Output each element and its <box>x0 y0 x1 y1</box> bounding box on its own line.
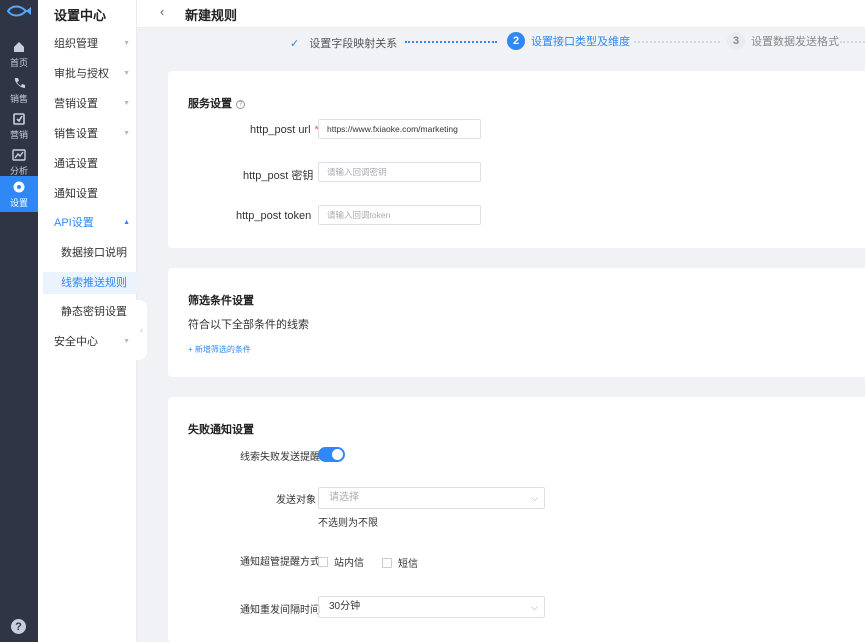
analytics-icon <box>12 148 26 161</box>
send-target-hint: 不选则为不限 <box>318 518 378 529</box>
filter-settings-card: 筛选条件设置 符合以下全部条件的线索 + 新增筛选的条件 <box>168 268 865 377</box>
filter-description: 符合以下全部条件的线索 <box>188 319 309 331</box>
checkbox-label: 站内信 <box>334 558 364 569</box>
logo-icon <box>6 5 31 17</box>
sidebar-item-label: 组织管理 <box>54 38 98 50</box>
toggle-knob <box>332 449 343 460</box>
rail-label: 营销 <box>9 129 28 140</box>
resend-interval-label: 通知重发间隔时间 <box>240 605 320 616</box>
rail-home[interactable]: 首页 <box>0 36 38 72</box>
step-2: 2 设置接口类型及维度 <box>507 32 630 50</box>
back-icon[interactable]: ‹ <box>160 4 164 19</box>
step-1: ✓ 设置字段映射关系 <box>290 35 397 51</box>
rail-label: 设置 <box>9 197 28 208</box>
step-3: 3 设置数据发送格式 <box>727 32 839 50</box>
checkbox-label: 短信 <box>398 559 418 570</box>
chevron-down-icon: ▼ <box>123 40 130 47</box>
section-title-text: 服务设置 <box>188 98 232 110</box>
page-header: ‹ 新建规则 <box>137 0 865 28</box>
chevron-down-icon: ▼ <box>123 100 130 107</box>
sidebar-sub-static-key[interactable]: 静态密钥设置 <box>43 301 137 323</box>
step-connector <box>840 41 865 43</box>
sidebar-item-org[interactable]: 组织管理 ▼ <box>54 34 130 54</box>
sidebar-item-approval[interactable]: 审批与授权 ▼ <box>54 64 130 84</box>
checkbox-box <box>382 557 392 568</box>
checkbox-box <box>318 556 328 567</box>
sidebar-item-label: 销售设置 <box>54 128 98 140</box>
method-sms-checkbox[interactable]: 短信 <box>382 555 418 570</box>
sidebar-item-security[interactable]: 安全中心 ▼ <box>54 332 130 352</box>
chevron-down-icon: ▼ <box>123 338 130 345</box>
step-label: 设置数据发送格式 <box>751 36 839 48</box>
rail-label: 分析 <box>9 165 28 176</box>
failure-notify-card: 失败通知设置 线索失败发送提醒 发送对象 请选择 ⌵ 不选则为不限 通知超管提醒方… <box>168 397 865 642</box>
rail-label: 销售 <box>9 93 28 104</box>
chevron-up-icon: ▲ <box>123 219 130 226</box>
resend-interval-select[interactable]: 30分钟 ⌵ <box>318 596 545 618</box>
rail-sales[interactable]: 销售 <box>0 72 38 108</box>
service-settings-title: 服务设置? <box>188 95 245 111</box>
sidebar-collapse-handle[interactable]: ‹ <box>136 300 147 360</box>
phone-icon <box>14 77 25 88</box>
rail-marketing[interactable]: 营销 <box>0 108 38 144</box>
service-settings-card: 服务设置? http_post url* http_post 密钥 http_p… <box>168 71 865 248</box>
select-value: 30分钟 <box>329 601 361 612</box>
sidebar-item-label: API设置 <box>54 217 94 229</box>
step-label: 设置字段映射关系 <box>309 38 398 50</box>
sidebar-item-label: 通知设置 <box>54 188 98 200</box>
add-filter-condition-link[interactable]: + 新增筛选的条件 <box>188 344 251 355</box>
http-post-url-label: http_post url * <box>250 124 319 136</box>
http-post-token-label: http_post token <box>236 210 312 222</box>
step-connector <box>405 41 497 43</box>
http-post-key-input[interactable] <box>318 162 481 182</box>
rail-label: 首页 <box>9 57 28 68</box>
page-title: 新建规则 <box>185 8 238 23</box>
http-post-url-input[interactable] <box>318 119 481 139</box>
sidebar-item-label: 安全中心 <box>54 336 98 348</box>
select-placeholder: 请选择 <box>329 492 359 503</box>
sidebar-item-sales[interactable]: 销售设置 ▼ <box>54 124 130 144</box>
settings-sidebar: 设置中心 组织管理 ▼ 审批与授权 ▼ 营销设置 ▼ 销售设置 ▼ 通话设置 通知设置 … <box>38 0 137 642</box>
sidebar-item-call[interactable]: 通话设置 <box>54 154 130 174</box>
method-inbox-checkbox[interactable]: 站内信 <box>318 554 364 569</box>
http-post-key-label: http_post 密钥 <box>243 170 314 182</box>
step-number: 3 <box>727 32 745 50</box>
settings-icon <box>13 181 25 192</box>
sidebar-item-notify[interactable]: 通知设置 <box>54 184 130 204</box>
send-target-label: 发送对象 <box>276 495 316 506</box>
failure-notify-title: 失败通知设置 <box>188 424 254 436</box>
chevron-down-icon: ⌵ <box>531 493 538 503</box>
send-target-select[interactable]: 请选择 ⌵ <box>318 487 545 509</box>
chevron-down-icon: ▼ <box>123 130 130 137</box>
marketing-icon <box>13 112 25 125</box>
home-icon <box>14 41 24 52</box>
rail-settings[interactable]: 设置 <box>0 176 38 212</box>
sidebar-item-marketing[interactable]: 营销设置 ▼ <box>54 94 130 114</box>
help-icon[interactable]: ? <box>11 619 26 634</box>
notify-method-label: 通知超管提醒方式 <box>240 557 320 568</box>
app-rail: 首页 销售 营销 分析 设置 ? <box>0 0 38 642</box>
step-connector <box>634 41 720 43</box>
check-icon: ✓ <box>290 38 300 50</box>
sidebar-title: 设置中心 <box>54 8 107 23</box>
rail-analytics[interactable]: 分析 <box>0 144 38 180</box>
sidebar-item-label: 通话设置 <box>54 158 98 170</box>
chevron-down-icon: ⌵ <box>531 602 538 612</box>
chevron-down-icon: ▼ <box>123 70 130 77</box>
sidebar-item-label: 营销设置 <box>54 98 98 110</box>
failure-alert-label: 线索失败发送提醒 <box>240 452 320 463</box>
sidebar-item-label: 审批与授权 <box>54 68 109 80</box>
sidebar-item-api[interactable]: API设置 ▲ <box>54 213 130 233</box>
help-icon[interactable]: ? <box>236 100 245 109</box>
failure-alert-toggle[interactable] <box>318 447 345 462</box>
field-label-text: http_post url <box>250 124 311 136</box>
sidebar-sub-api-doc[interactable]: 数据接口说明 <box>43 242 137 264</box>
step-label: 设置接口类型及维度 <box>531 36 630 48</box>
http-post-token-input[interactable] <box>318 205 481 225</box>
stepper: ✓ 设置字段映射关系 2 设置接口类型及维度 3 设置数据发送格式 <box>137 28 865 56</box>
filter-settings-title: 筛选条件设置 <box>188 295 254 307</box>
step-number: 2 <box>507 32 525 50</box>
sidebar-sub-lead-push[interactable]: 线索推送规则 <box>43 272 137 294</box>
